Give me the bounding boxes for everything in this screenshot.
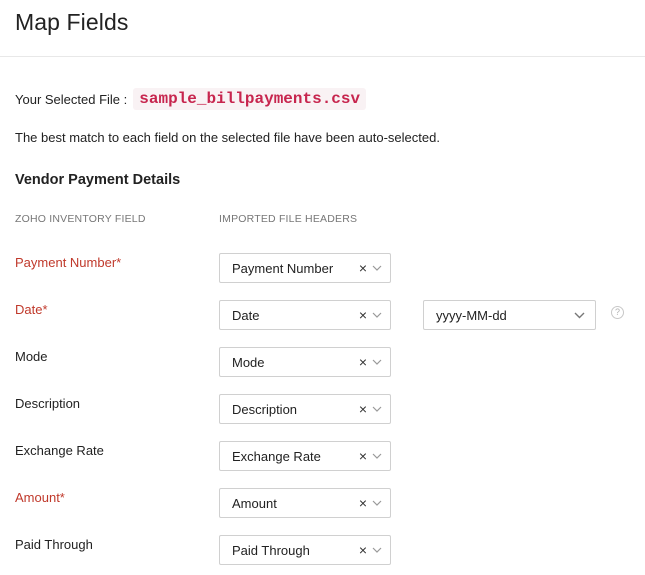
field-label-description: Description bbox=[15, 396, 81, 411]
clear-icon[interactable]: × bbox=[357, 496, 369, 510]
column-header-imported-headers: IMPORTED FILE HEADERS bbox=[219, 213, 358, 225]
auto-select-note: The best match to each field on the sele… bbox=[15, 130, 440, 145]
select-value: Date bbox=[232, 307, 260, 323]
clear-icon[interactable]: × bbox=[357, 449, 369, 463]
select-description[interactable]: Description × bbox=[219, 394, 391, 424]
clear-icon[interactable]: × bbox=[357, 261, 369, 275]
date-format-select[interactable]: yyyy-MM-dd bbox=[423, 300, 596, 330]
date-format-value: yyyy-MM-dd bbox=[436, 307, 507, 323]
chevron-down-icon[interactable] bbox=[369, 406, 385, 412]
select-value: Description bbox=[232, 401, 298, 417]
page-title: Map Fields bbox=[15, 9, 129, 35]
select-exchange-rate[interactable]: Exchange Rate × bbox=[219, 441, 391, 471]
select-value: Amount bbox=[232, 495, 277, 511]
field-label-mode: Mode bbox=[15, 349, 48, 364]
select-amount[interactable]: Amount × bbox=[219, 488, 391, 518]
clear-icon[interactable]: × bbox=[357, 355, 369, 369]
select-mode[interactable]: Mode × bbox=[219, 347, 391, 377]
selected-file-label: Your Selected File : bbox=[15, 91, 128, 107]
field-label-payment-number: Payment Number* bbox=[15, 255, 122, 270]
select-date[interactable]: Date × bbox=[219, 300, 391, 330]
chevron-down-icon[interactable] bbox=[369, 359, 385, 365]
select-value: Mode bbox=[232, 354, 265, 370]
clear-icon[interactable]: × bbox=[357, 543, 369, 557]
help-icon[interactable]: ? bbox=[611, 306, 624, 319]
select-value: Paid Through bbox=[232, 542, 310, 558]
field-label-paid-through: Paid Through bbox=[15, 537, 93, 552]
selected-file-row: Your Selected File : sample_billpayments… bbox=[15, 88, 367, 110]
selected-file-name: sample_billpayments.csv bbox=[133, 88, 367, 110]
chevron-down-icon[interactable] bbox=[571, 312, 587, 319]
select-value: Payment Number bbox=[232, 260, 334, 276]
chevron-down-icon[interactable] bbox=[369, 453, 385, 459]
field-label-date: Date* bbox=[15, 302, 48, 317]
chevron-down-icon[interactable] bbox=[369, 500, 385, 506]
clear-icon[interactable]: × bbox=[357, 402, 369, 416]
column-header-inventory-field: ZOHO INVENTORY FIELD bbox=[15, 213, 146, 225]
select-paid-through[interactable]: Paid Through × bbox=[219, 535, 391, 565]
field-label-amount: Amount* bbox=[15, 490, 65, 505]
chevron-down-icon[interactable] bbox=[369, 547, 385, 553]
field-label-exchange-rate: Exchange Rate bbox=[15, 443, 104, 458]
header-divider bbox=[0, 56, 645, 57]
chevron-down-icon[interactable] bbox=[369, 312, 385, 318]
clear-icon[interactable]: × bbox=[357, 308, 369, 322]
select-value: Exchange Rate bbox=[232, 448, 321, 464]
select-payment-number[interactable]: Payment Number × bbox=[219, 253, 391, 283]
chevron-down-icon[interactable] bbox=[369, 265, 385, 271]
section-title: Vendor Payment Details bbox=[15, 172, 181, 188]
